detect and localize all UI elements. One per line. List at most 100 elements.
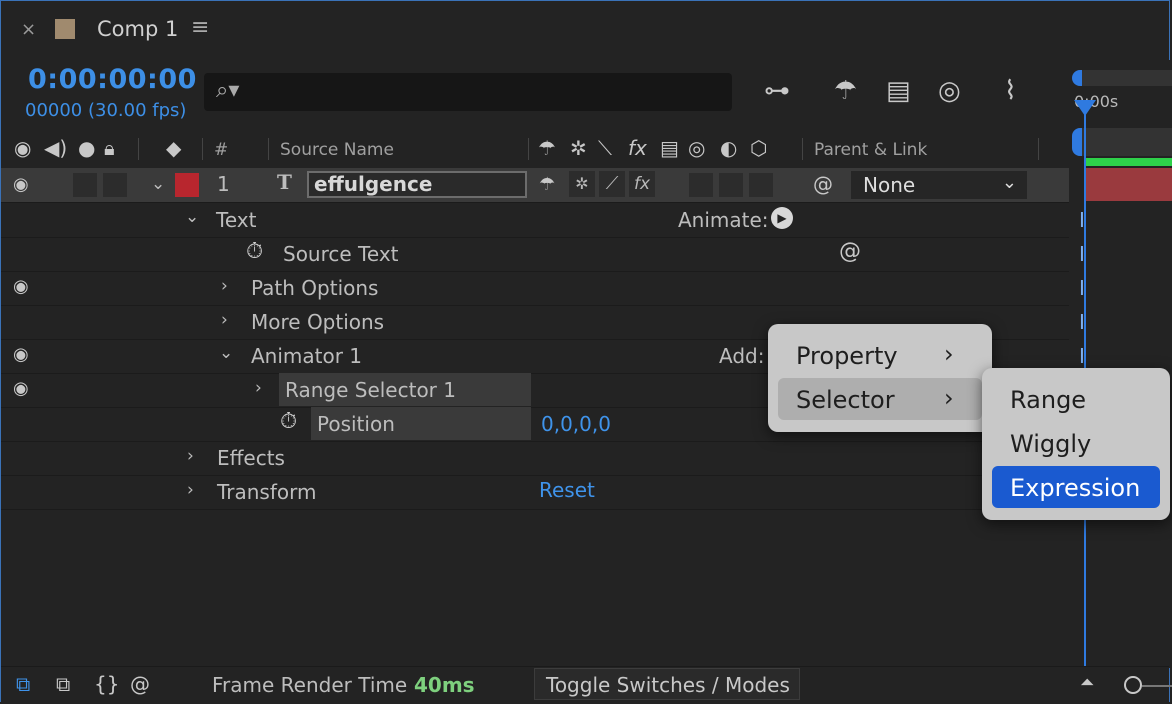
search-icon[interactable]: ⌕▾ (216, 78, 239, 103)
property-source-text-label: Source Text (283, 242, 399, 266)
collapse-switch-icon[interactable]: ✲ (570, 136, 587, 160)
property-row-effects[interactable]: › Effects (1, 441, 1069, 476)
frame-blend-box[interactable] (689, 173, 713, 197)
eye-icon[interactable]: ◉ (13, 174, 29, 195)
column-source-name[interactable]: Source Name (280, 140, 394, 160)
keyframe-marker-icon: I (1079, 276, 1085, 300)
tab-bar: × Comp 1 ≡ (1, 1, 1169, 59)
stopwatch-icon[interactable]: ⏱ (280, 409, 297, 434)
submenu-item-range[interactable]: Range (1010, 386, 1086, 414)
motion-blur-box[interactable] (719, 173, 743, 197)
animate-play-icon[interactable]: ▶ (771, 207, 793, 229)
close-tab-icon[interactable]: × (21, 19, 36, 40)
render-time-toggle-icon[interactable]: @ (130, 672, 150, 696)
lock-switch-box[interactable] (103, 173, 127, 197)
transfer-controls-toggle-icon[interactable]: ⧉ (56, 672, 70, 696)
eye-icon[interactable]: ◉ (13, 276, 29, 297)
in-out-toggle-icon[interactable]: {} (94, 672, 119, 696)
zoom-slider-handle[interactable] (1124, 676, 1142, 694)
3d-layer-icon[interactable]: ⬡ (750, 136, 767, 160)
animate-label: Animate: (678, 208, 769, 232)
chevron-right-icon[interactable]: › (187, 446, 194, 466)
chevron-down-icon[interactable]: ⌄ (151, 174, 165, 194)
frame-count: 00000 (30.00 fps) (25, 100, 187, 121)
stopwatch-icon[interactable]: ⏱ (246, 239, 263, 264)
chevron-down-icon[interactable]: ⌄ (185, 207, 199, 227)
layer-name-field[interactable]: effulgence (307, 171, 527, 198)
submenu-item-expression[interactable]: Expression (1010, 474, 1140, 502)
effect-switch-icon[interactable]: fx (628, 136, 647, 160)
comp-color-swatch (55, 19, 75, 39)
work-area-start-handle[interactable] (1072, 128, 1082, 156)
property-effects-label: Effects (217, 446, 285, 470)
3d-layer-box[interactable] (749, 173, 773, 197)
property-path-options-label: Path Options (251, 276, 379, 300)
label-tag-icon[interactable]: ◆ (166, 136, 181, 160)
property-more-options-label: More Options (251, 310, 385, 334)
menu-item-selector[interactable]: Selector (796, 386, 895, 414)
property-animator-label: Animator 1 (251, 344, 363, 368)
adjustment-layer-icon[interactable]: ◐ (720, 136, 737, 160)
time-navigator-bar[interactable] (1076, 70, 1172, 86)
shy-switch-icon[interactable]: ☂ (538, 136, 556, 160)
chevron-right-icon[interactable]: › (255, 378, 262, 398)
label-color-swatch[interactable] (175, 173, 199, 197)
property-transform-label: Transform (217, 480, 317, 504)
add-context-menu: Property › Selector › (768, 324, 992, 432)
graph-editor-icon[interactable]: ⌇ (1004, 76, 1017, 106)
zoom-out-icon[interactable]: ⏶ (1080, 672, 1094, 693)
motion-blur-switch-icon[interactable]: ◎ (688, 136, 705, 160)
frame-blending-icon[interactable]: ▤ (886, 76, 911, 106)
pick-whip-icon[interactable]: @ (813, 172, 833, 196)
selector-submenu: Range Wiggly Expression (982, 368, 1170, 520)
layer-duration-bar[interactable] (1086, 168, 1172, 201)
parent-select[interactable]: None ⌄ (851, 171, 1027, 199)
chevron-down-icon[interactable]: ⌄ (219, 343, 233, 363)
layer-switches-toggle-icon[interactable]: ⧉ (16, 672, 30, 696)
work-area-bar[interactable] (1076, 128, 1172, 156)
shy-layers-icon[interactable]: ☂ (834, 76, 857, 106)
frame-render-time-label: Frame Render Time (212, 673, 408, 697)
pick-whip-icon[interactable]: @ (839, 239, 861, 264)
layer-number: 1 (217, 172, 230, 196)
property-row-text[interactable]: ⌄ Text Animate: ▶ (1, 203, 1069, 238)
lock-switch-icon[interactable]: 🔒︎ (104, 136, 115, 160)
menu-item-property[interactable]: Property (796, 342, 898, 370)
frame-blend-switch-icon[interactable]: ▤ (660, 136, 679, 160)
shy-switch-icon[interactable]: ☂ (539, 174, 555, 195)
eye-icon[interactable]: ◉ (13, 378, 29, 399)
parent-select-value: None (863, 173, 916, 197)
submenu-item-wiggly[interactable]: Wiggly (1010, 430, 1091, 458)
chevron-right-icon[interactable]: › (221, 276, 228, 296)
tab-title[interactable]: Comp 1 (97, 17, 178, 41)
audio-switch-box[interactable] (73, 173, 97, 197)
panel-menu-icon[interactable]: ≡ (191, 15, 209, 40)
chevron-right-icon: › (944, 340, 954, 368)
collapse-switch-icon[interactable]: ✲ (569, 171, 595, 197)
toggle-switches-modes-label: Toggle Switches / Modes (546, 673, 790, 697)
property-row-source-text[interactable]: ⏱ Source Text @ (1, 237, 1069, 272)
position-value[interactable]: 0,0,0,0 (541, 412, 611, 436)
property-row-transform[interactable]: › Transform Reset (1, 475, 1069, 510)
motion-blur-icon[interactable]: ◎ (938, 76, 961, 106)
keyframe-marker-icon: I (1079, 310, 1085, 334)
navigator-start-handle[interactable] (1072, 70, 1082, 86)
solo-switch-icon[interactable]: ● (78, 136, 95, 160)
zoom-slider-track[interactable] (1142, 685, 1172, 687)
effect-switch-icon[interactable]: fx (629, 171, 655, 197)
column-parent-link[interactable]: Parent & Link (814, 140, 927, 160)
quality-switch-icon[interactable]: ⟍ (598, 136, 612, 160)
transform-reset-link[interactable]: Reset (539, 478, 595, 502)
cache-indicator (1086, 158, 1172, 166)
quality-switch-icon[interactable]: ⟋ (599, 171, 625, 197)
chevron-right-icon[interactable]: › (221, 310, 228, 330)
eye-icon[interactable]: ◉ (13, 344, 29, 365)
layer-row[interactable]: ◉ ⌄ 1 T effulgence ☂ ✲ ⟋ fx @ None ⌄ (1, 168, 1069, 203)
video-switch-icon[interactable]: ◉ (14, 136, 31, 160)
chevron-right-icon[interactable]: › (187, 480, 194, 500)
search-input[interactable] (204, 73, 732, 111)
property-row-path-options[interactable]: ◉ › Path Options (1, 271, 1069, 306)
current-time-display[interactable]: 0:00:00:00 (28, 64, 197, 95)
composition-mini-flowchart-icon[interactable]: ⊶ (764, 76, 790, 106)
audio-switch-icon[interactable]: ◀) (44, 136, 67, 160)
